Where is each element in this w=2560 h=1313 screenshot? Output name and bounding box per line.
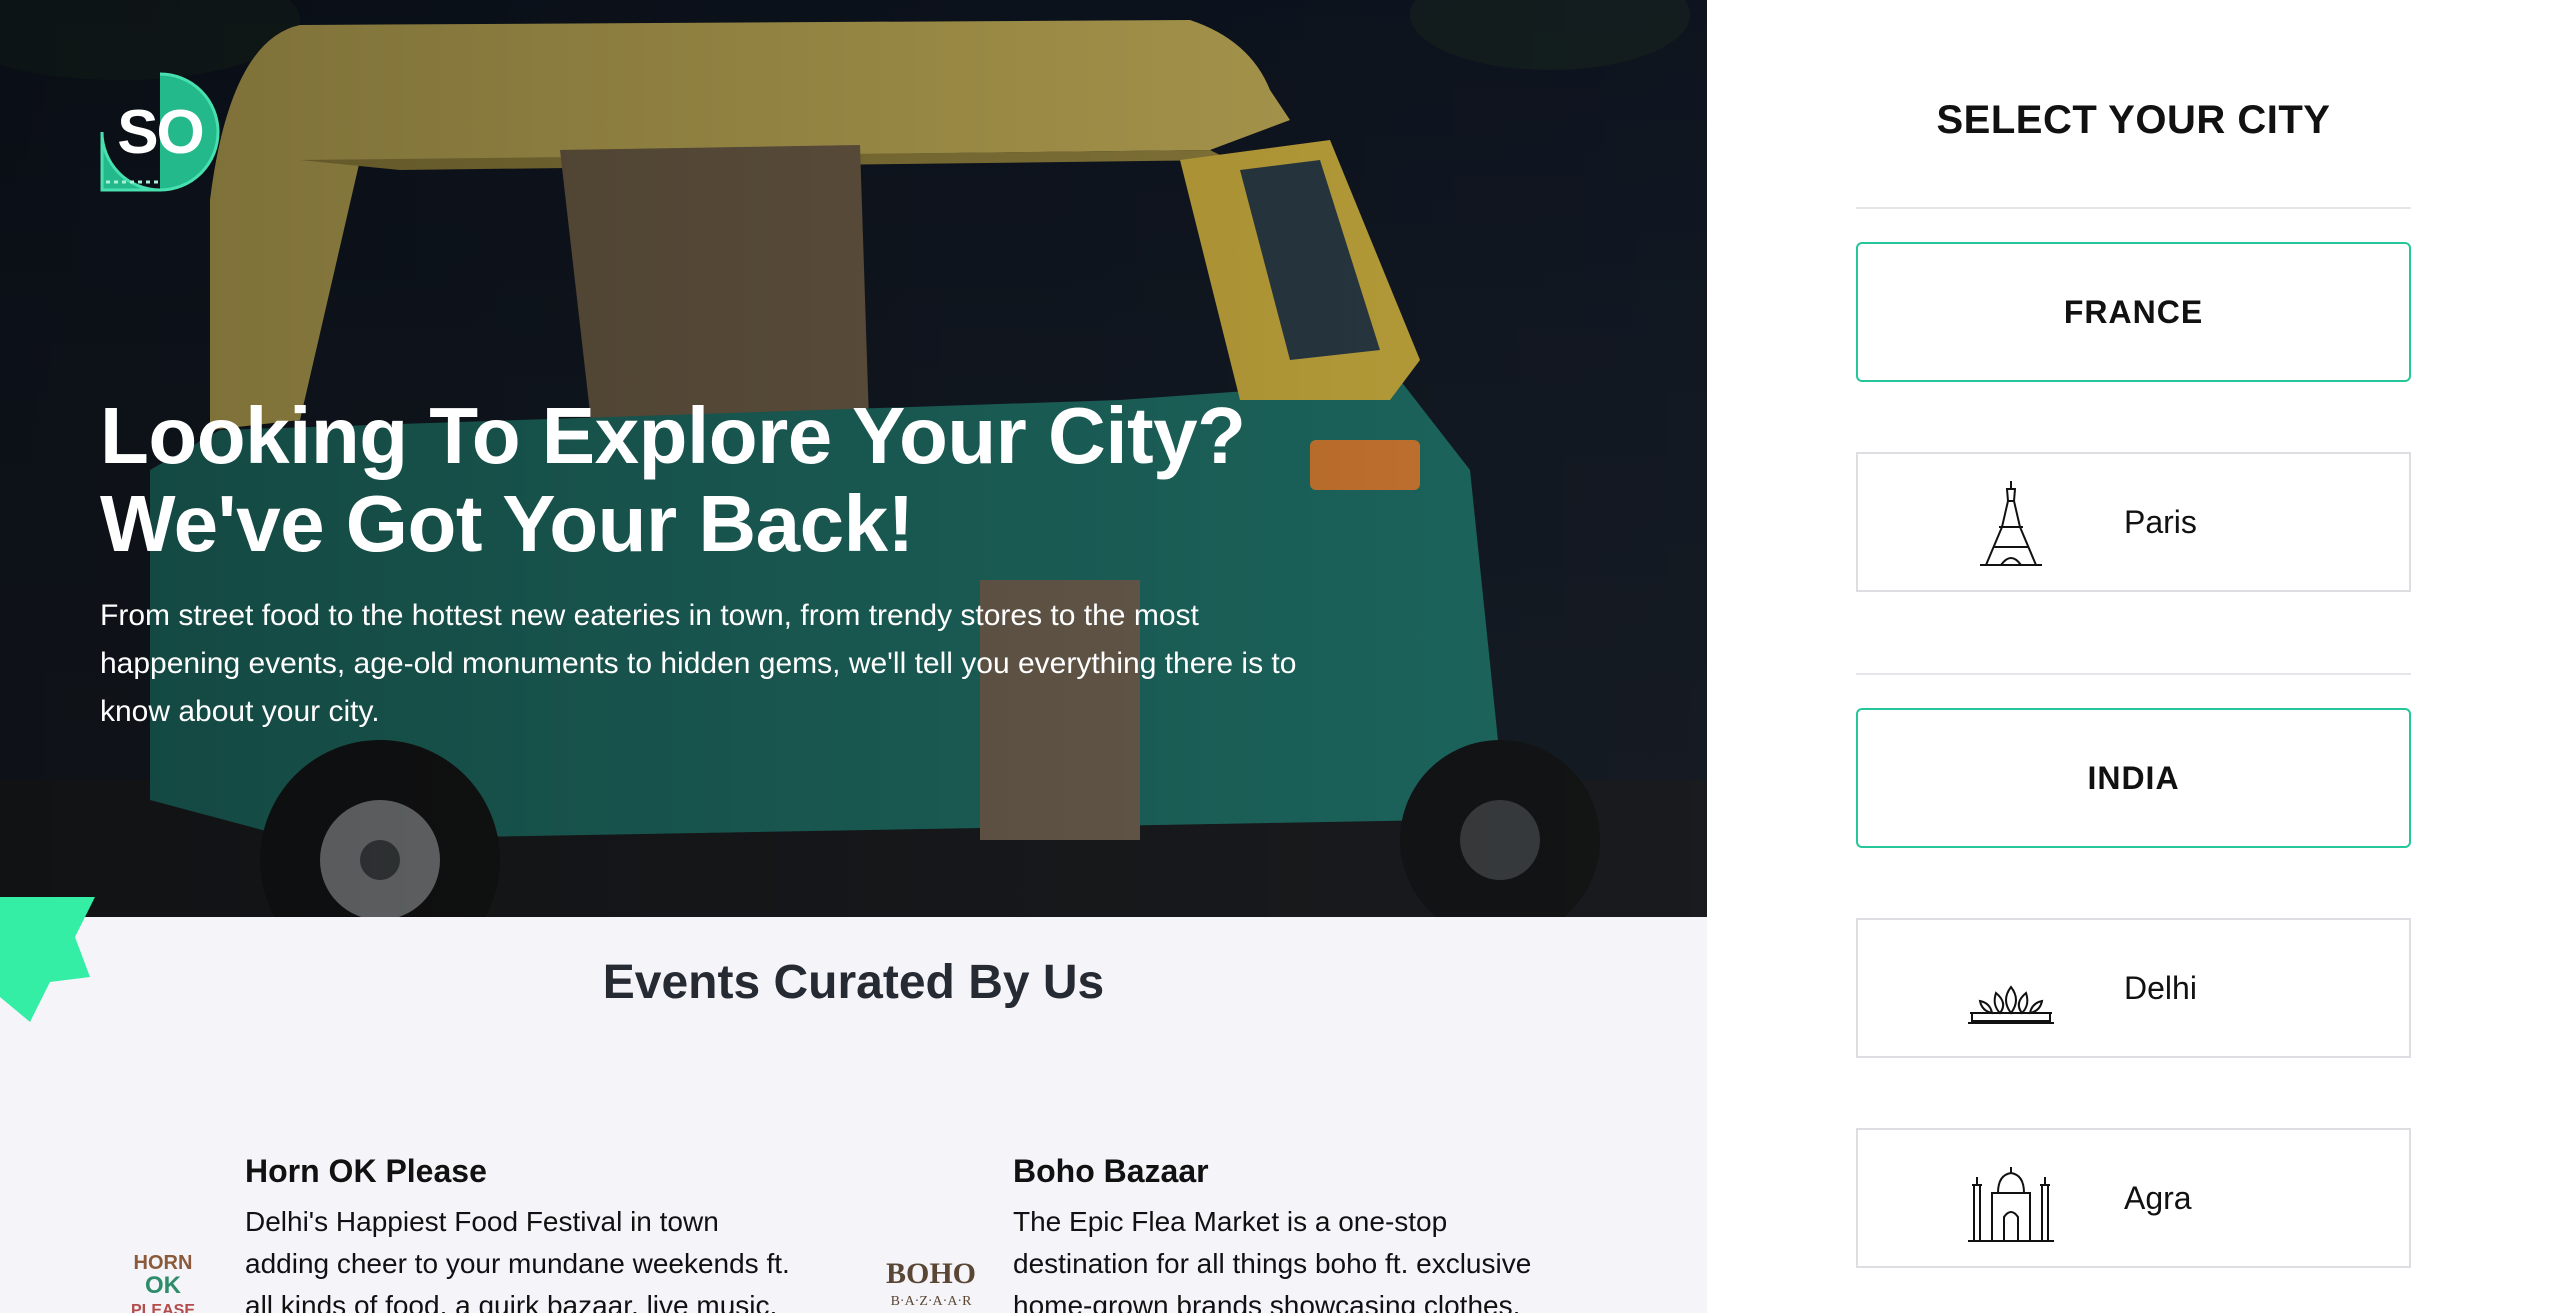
boho-bazaar-logo-icon: BOHO B·A·Z·A·A·R xyxy=(886,1257,976,1309)
logo-text: SO xyxy=(117,97,205,167)
svg-text:HORN: HORN xyxy=(134,1252,193,1274)
divider xyxy=(1856,207,2411,209)
main-content: SO Looking To Explore Your City? We've G… xyxy=(0,0,1707,1313)
boho-logo-subtext: B·A·Z·A·A·R xyxy=(891,1294,973,1309)
city-name: Paris xyxy=(2124,503,2197,540)
city-option-delhi[interactable]: Delhi xyxy=(1856,918,2411,1058)
event-description: The Epic Flea Market is a one-stop desti… xyxy=(1013,1206,1532,1313)
country-header-france[interactable]: FRANCE xyxy=(1856,242,2411,382)
hero-title-line-2: We've Got Your Back! xyxy=(100,479,914,568)
divider xyxy=(1856,673,2411,675)
taj-mahal-icon xyxy=(1968,1167,2054,1242)
city-option-agra[interactable]: Agra xyxy=(1856,1128,2411,1268)
country-header-india[interactable]: INDIA xyxy=(1856,708,2411,848)
hero-description: From street food to the hottest new eate… xyxy=(100,599,1297,728)
city-name: Delhi xyxy=(2124,969,2197,1006)
hero-section: SO Looking To Explore Your City? We've G… xyxy=(0,0,1707,917)
city-selector-panel: SELECT YOUR CITY FRANCE Paris INDIA Delh… xyxy=(1707,0,2560,1313)
hero-title: Looking To Explore Your City? We've Got … xyxy=(100,392,1400,568)
events-section: Events Curated By Us HORN OK PLEASE Horn… xyxy=(0,897,1707,1313)
events-title: Events Curated By Us xyxy=(602,956,1105,1009)
hero-title-line-1: Looking To Explore Your City? xyxy=(100,391,1246,480)
svg-text:PLEASE: PLEASE xyxy=(131,1302,195,1313)
horn-ok-please-logo-icon: HORN OK PLEASE xyxy=(131,1252,195,1313)
city-name: Agra xyxy=(2124,1179,2192,1216)
event-title[interactable]: Horn OK Please xyxy=(245,1153,487,1190)
lotus-temple-icon xyxy=(1968,985,2054,1024)
svg-text:OK: OK xyxy=(145,1272,182,1299)
city-option-paris[interactable]: Paris xyxy=(1856,452,2411,592)
event-description: Delhi's Happiest Food Festival in town a… xyxy=(245,1206,790,1313)
boho-logo-text: BOHO xyxy=(886,1257,976,1290)
event-title[interactable]: Boho Bazaar xyxy=(1013,1153,1209,1190)
eiffel-tower-icon xyxy=(1980,481,2042,566)
city-selector-title: SELECT YOUR CITY xyxy=(1936,98,2331,142)
